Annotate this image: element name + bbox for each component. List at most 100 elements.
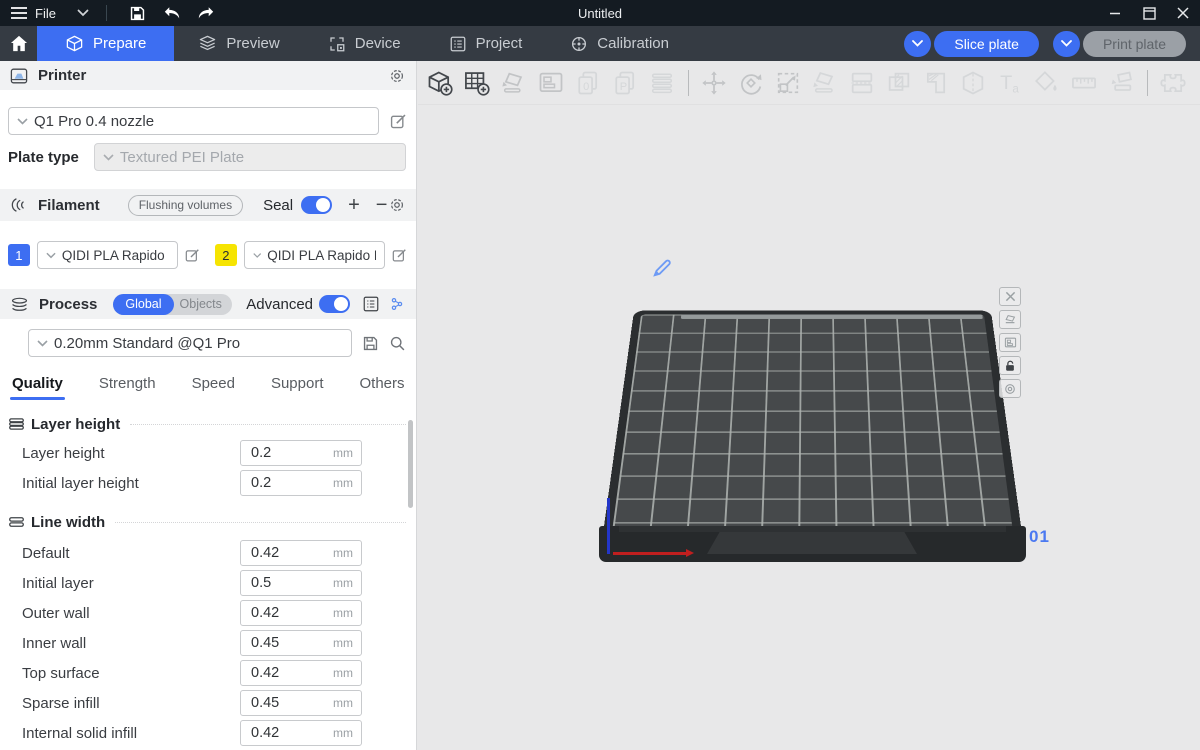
svg-text:a: a (1012, 82, 1019, 95)
lay-on-face-icon[interactable] (810, 68, 840, 98)
paste-p-icon[interactable]: P (610, 68, 640, 98)
auto-orient-icon[interactable] (499, 68, 529, 98)
initial-layer-height-input[interactable]: 0.2mm (240, 470, 362, 496)
scope-global-button[interactable]: Global (113, 294, 173, 315)
boolean-icon[interactable] (884, 68, 914, 98)
file-menu-button[interactable]: File (0, 0, 66, 26)
scale-icon[interactable] (773, 68, 803, 98)
filament-2-select[interactable]: QIDI PLA Rapido M... (244, 241, 385, 269)
tab-project[interactable]: Project (425, 26, 547, 61)
print-options-chevron[interactable] (1053, 31, 1080, 57)
process-preset-select[interactable]: 0.20mm Standard @Q1 Pro (28, 329, 352, 357)
calibration-icon (570, 35, 588, 53)
file-menu-chevron[interactable] (66, 0, 100, 26)
filament-section-header: Filament Flushing volumes Seal + − (0, 189, 416, 221)
layer-height-input[interactable]: 0.2mm (240, 440, 362, 466)
tab-others[interactable]: Others (360, 371, 405, 400)
plate-settings-icon[interactable] (999, 379, 1021, 398)
param-row: Initial layer height 0.2mm (0, 470, 416, 496)
cut-icon[interactable] (958, 68, 988, 98)
fill-icon[interactable] (921, 68, 951, 98)
home-button[interactable] (0, 26, 37, 61)
tab-strength[interactable]: Strength (99, 371, 156, 400)
undo-button[interactable] (155, 0, 189, 26)
param-row: Layer height 0.2mm (0, 440, 416, 466)
seam-icon[interactable] (1106, 68, 1136, 98)
navbar: Prepare Preview Device Project Calibrati… (0, 26, 1200, 61)
add-filament-button[interactable]: + (348, 195, 360, 215)
top-surface-line-width-input[interactable]: 0.42mm (240, 660, 362, 686)
assembly-icon[interactable] (1158, 68, 1188, 98)
edit-plate-pencil-icon[interactable] (651, 258, 673, 278)
sparse-infill-line-width-input[interactable]: 0.45mm (240, 690, 362, 716)
tab-preview[interactable]: Preview (174, 26, 303, 61)
filament-slot-1-badge[interactable]: 1 (8, 244, 30, 266)
filament-2-edit-icon[interactable] (391, 247, 408, 264)
save-preset-icon[interactable] (362, 335, 379, 352)
process-title: Process (39, 296, 97, 313)
inner-wall-line-width-input[interactable]: 0.45mm (240, 630, 362, 656)
filament-slot-2-badge[interactable]: 2 (215, 244, 237, 266)
search-params-icon[interactable] (388, 295, 406, 313)
minimize-button[interactable] (1098, 0, 1132, 26)
internal-solid-infill-line-width-input[interactable]: 0.42mm (240, 720, 362, 746)
printer-edit-icon[interactable] (389, 112, 408, 131)
seal-toggle[interactable] (301, 196, 332, 214)
search-preset-icon[interactable] (389, 335, 406, 352)
panel-scrollbar[interactable] (408, 420, 413, 508)
split-icon[interactable] (847, 68, 877, 98)
outer-wall-line-width-input[interactable]: 0.42mm (240, 600, 362, 626)
initial-layer-line-width-input[interactable]: 0.5mm (240, 570, 362, 596)
redo-button[interactable] (189, 0, 223, 26)
tab-calibration[interactable]: Calibration (546, 26, 693, 61)
svg-text:P: P (620, 81, 627, 93)
printer-preset-select[interactable]: Q1 Pro 0.4 nozzle (8, 107, 379, 135)
maximize-button[interactable] (1132, 0, 1166, 26)
move-icon[interactable] (699, 68, 729, 98)
rotate-icon[interactable] (736, 68, 766, 98)
filament-1-select[interactable]: QIDI PLA Rapido (37, 241, 178, 269)
text-tool-icon[interactable]: Ta (995, 68, 1025, 98)
param-row: Outer wall 0.42mm (0, 600, 416, 626)
advanced-toggle[interactable] (319, 295, 350, 313)
slice-plate-button[interactable]: Slice plate (934, 31, 1039, 57)
tab-prepare[interactable]: Prepare (37, 26, 174, 61)
measure-icon[interactable] (1069, 68, 1099, 98)
plate-back-strip (681, 315, 983, 319)
line-width-icon (8, 516, 25, 528)
tab-quality[interactable]: Quality (12, 371, 63, 400)
tab-speed[interactable]: Speed (192, 371, 235, 400)
filament-1-edit-icon[interactable] (184, 247, 201, 264)
tab-device[interactable]: Device (304, 26, 425, 61)
layers-icon[interactable] (647, 68, 677, 98)
prepare-icon (65, 34, 84, 53)
filament-settings-gear-icon[interactable] (388, 196, 406, 214)
build-plate[interactable] (599, 112, 1026, 594)
build-plate-surface[interactable] (599, 310, 1026, 562)
svg-text:T: T (1000, 71, 1012, 93)
preset-list-icon[interactable] (362, 295, 380, 313)
printer-settings-gear-icon[interactable] (388, 67, 406, 85)
arrange-icon[interactable] (536, 68, 566, 98)
plate-type-select[interactable]: Textured PEI Plate (94, 143, 406, 171)
lock-plate-icon[interactable] (999, 356, 1021, 375)
tab-support[interactable]: Support (271, 371, 324, 400)
titlebar: File Untitled (0, 0, 1200, 26)
advanced-label: Advanced (246, 296, 313, 313)
add-plate-icon[interactable] (462, 68, 492, 98)
remove-filament-button[interactable]: − (376, 195, 388, 215)
paste-0-icon[interactable]: 0 (573, 68, 603, 98)
scope-objects-button[interactable]: Objects (174, 297, 232, 311)
orient-plate-icon[interactable] (999, 310, 1021, 329)
save-button[interactable] (121, 0, 155, 26)
default-line-width-input[interactable]: 0.42mm (240, 540, 362, 566)
close-button[interactable] (1166, 0, 1200, 26)
paint-icon[interactable] (1032, 68, 1062, 98)
slice-options-chevron[interactable] (904, 31, 931, 57)
delete-plate-icon[interactable] (999, 287, 1021, 306)
add-model-icon[interactable] (425, 68, 455, 98)
arrange-plate-icon[interactable] (999, 333, 1021, 352)
print-plate-button[interactable]: Print plate (1083, 31, 1186, 57)
flushing-volumes-button[interactable]: Flushing volumes (128, 195, 243, 216)
viewport-3d[interactable]: 0 P Ta (418, 61, 1200, 750)
